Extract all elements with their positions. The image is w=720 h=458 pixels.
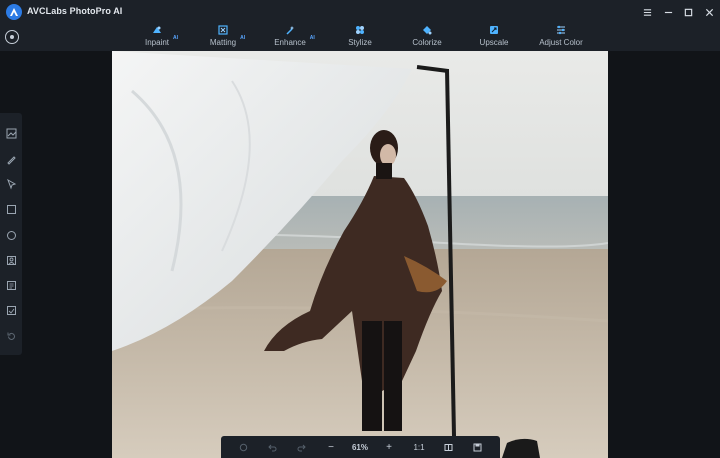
- redo-icon[interactable]: [293, 436, 309, 458]
- tab-upscale-label: Upscale: [479, 38, 509, 47]
- tab-upscale[interactable]: Upscale: [479, 24, 509, 51]
- tab-inpaint[interactable]: Inpaint AI: [142, 24, 178, 51]
- tab-adjust-color[interactable]: Adjust Color: [539, 24, 583, 51]
- beach-photo-image: [112, 51, 608, 458]
- pointer-icon[interactable]: [5, 178, 17, 190]
- tab-matting[interactable]: Matting AI: [208, 24, 245, 51]
- colorize-icon: [422, 25, 432, 35]
- tab-stylize-label: Stylize: [348, 38, 372, 47]
- upscale-icon: [489, 25, 499, 35]
- canvas-workspace: [0, 51, 720, 458]
- inpaint-icon: [152, 25, 162, 35]
- zoom-out-button[interactable]: −: [323, 436, 339, 458]
- zoom-level: 61%: [351, 442, 368, 452]
- text-detect-icon[interactable]: [5, 279, 17, 291]
- title-bar: AVCLabs PhotoPro AI: [0, 0, 720, 24]
- matting-icon: [218, 25, 228, 35]
- ellipse-select-icon[interactable]: [5, 229, 17, 241]
- app-logo-icon: [6, 4, 22, 20]
- zoom-toolbar: − 61% + 1:1: [221, 436, 500, 458]
- settings-circle-icon[interactable]: [5, 30, 19, 44]
- rectangle-select-icon[interactable]: [5, 203, 17, 215]
- watermark-icon[interactable]: [5, 304, 17, 316]
- minimize-icon[interactable]: [658, 0, 678, 24]
- tab-adjust-color-label: Adjust Color: [539, 38, 583, 47]
- brush-icon[interactable]: [5, 153, 17, 165]
- maximize-icon[interactable]: [678, 0, 698, 24]
- app-title: AVCLabs PhotoPro AI: [27, 6, 123, 16]
- stylize-icon: [355, 25, 365, 35]
- actual-size-button[interactable]: 1:1: [410, 436, 428, 458]
- tab-inpaint-label: Inpaint: [144, 38, 170, 47]
- portrait-select-icon[interactable]: [5, 254, 17, 266]
- ai-badge: AI: [240, 35, 246, 41]
- undo-icon[interactable]: [264, 436, 280, 458]
- tab-matting-label: Matting: [209, 38, 237, 47]
- rotate-icon[interactable]: [235, 436, 251, 458]
- left-tool-sidebar: [0, 113, 22, 355]
- close-icon[interactable]: [698, 0, 720, 24]
- ai-badge: AI: [173, 35, 179, 41]
- tab-stylize[interactable]: Stylize: [348, 24, 372, 51]
- compare-view-icon[interactable]: [440, 436, 456, 458]
- reset-icon[interactable]: [5, 330, 17, 342]
- compare-icon[interactable]: [5, 127, 17, 139]
- ai-badge: AI: [309, 35, 315, 41]
- photo-canvas[interactable]: [112, 51, 608, 458]
- save-icon[interactable]: [469, 436, 485, 458]
- window-controls: [636, 0, 720, 24]
- tab-colorize[interactable]: Colorize: [412, 24, 442, 51]
- adjust-color-icon: [556, 25, 566, 35]
- zoom-in-button[interactable]: +: [381, 436, 397, 458]
- tab-colorize-label: Colorize: [412, 38, 442, 47]
- main-toolbar: Inpaint AI Matting AI Enhance AI Stylize Co…: [0, 24, 720, 51]
- menu-icon[interactable]: [636, 0, 658, 24]
- tab-enhance-label: Enhance: [274, 38, 306, 47]
- tab-enhance[interactable]: Enhance AI: [274, 24, 315, 51]
- enhance-icon: [285, 25, 295, 35]
